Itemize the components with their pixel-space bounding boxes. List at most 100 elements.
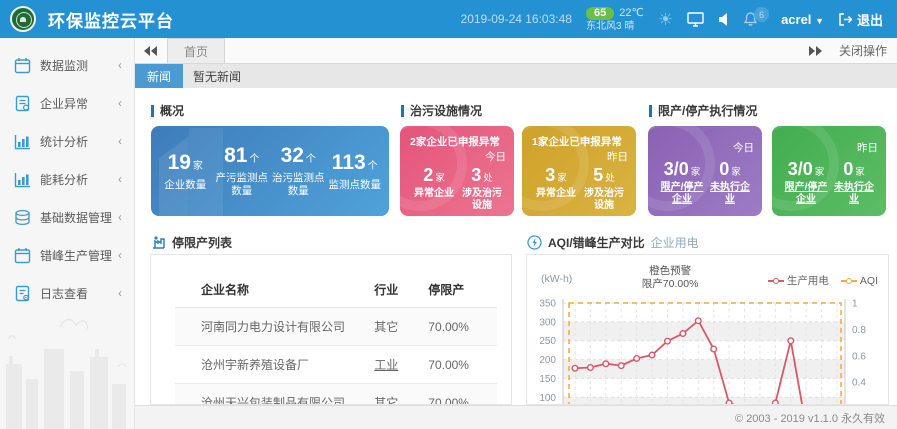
app-logo-icon xyxy=(10,6,36,32)
chart-legend: 生产用电 AQI xyxy=(768,273,878,288)
stat-involved-facilities: 5处 涉及治污设施 xyxy=(580,165,628,212)
chart-subtitle: 企业用电 xyxy=(651,234,699,251)
svg-text:0.4: 0.4 xyxy=(852,378,866,389)
database-icon xyxy=(14,209,31,226)
factory-icon xyxy=(151,235,166,250)
sidebar-item-statistics[interactable]: 统计分析‹ xyxy=(0,122,134,160)
stat-restricted-enterprises: 3/0家 限产/停产企业 xyxy=(658,159,706,206)
treatment-yesterday-card: 1家企业已申报异常 昨日 3家 异常企业 5处 涉及治污设施 xyxy=(522,126,636,216)
scroll-tabs-left-button[interactable] xyxy=(135,46,167,56)
production-yesterday-card: 昨日 3/0家 限产/停产企业 0家 未执行企业 xyxy=(772,126,886,216)
chevron-left-icon: ‹ xyxy=(118,58,122,72)
legend-item-production-power[interactable]: 生产用电 xyxy=(768,273,829,288)
line-chart: 35030025020015010050010.80.60.40.2 xyxy=(527,295,883,405)
logout-button[interactable]: 退出 xyxy=(838,10,883,29)
log-icon xyxy=(14,285,31,302)
treatment-section-title: 治污设施情况 xyxy=(401,102,482,119)
title-accent-bar xyxy=(649,105,652,117)
news-bar: 新闻 暂无新闻 xyxy=(135,64,897,88)
table-row: 河南同力电力设计有限公司 其它 70.00% xyxy=(175,308,497,346)
treatment-today-card: 2家企业已申报异常 今日 2家 异常企业 3处 涉及治污设施 xyxy=(400,126,514,216)
sidebar-item-log-view[interactable]: 日志查看‹ xyxy=(0,274,134,312)
production-today-card: 今日 3/0家 限产/停产企业 0家 未执行企业 xyxy=(648,126,762,216)
line-marker-icon xyxy=(768,278,784,284)
production-section-title: 限产/停产执行情况 xyxy=(649,102,757,119)
chevron-left-icon: ‹ xyxy=(118,248,122,262)
calendar-icon xyxy=(14,57,31,74)
warning-annotation: 橙色预警限产70.00% xyxy=(572,265,768,291)
svg-text:100: 100 xyxy=(539,393,556,404)
wind-label: 东北风3 晴 xyxy=(586,21,644,32)
chevron-left-icon: ‹ xyxy=(118,172,122,186)
table-header-row: 企业名称 行业 停限产 xyxy=(175,273,497,308)
legend-item-aqi[interactable]: AQI xyxy=(841,273,878,288)
app-header: 环保监控云平台 2019-09-24 16:03:48 65 22℃ 东北风3 … xyxy=(0,0,897,38)
chevron-left-icon: ‹ xyxy=(118,134,122,148)
stat-abnormal-enterprises: 3家 异常企业 xyxy=(532,165,580,212)
weather-widget: 65 22℃ 东北风3 晴 xyxy=(586,7,644,32)
stat-pollution-points: 81个 产污监测点数量 xyxy=(214,144,270,198)
double-left-arrow-icon xyxy=(144,46,158,56)
app-title: 环保监控云平台 xyxy=(48,7,174,32)
sun-weather-icon: ☀ xyxy=(658,11,673,28)
stat-nonexecuting-enterprises: 0家 未执行企业 xyxy=(830,159,878,206)
app-root: 环保监控云平台 2019-09-24 16:03:48 65 22℃ 东北风3 … xyxy=(0,0,897,429)
close-operations-menu[interactable]: 关闭操作 xyxy=(831,42,897,59)
chevron-down-icon: ▼ xyxy=(815,16,824,26)
svg-text:0.6: 0.6 xyxy=(852,351,866,362)
aqi-chart-title: AQI/错峰生产对比 企业用电 xyxy=(527,234,699,251)
temperature-label: 22℃ xyxy=(619,8,644,19)
aqi-badge: 65 xyxy=(586,7,614,20)
sidebar-item-data-monitor[interactable]: 数据监测‹ xyxy=(0,46,134,84)
sidebar-item-energy-analysis[interactable]: 能耗分析‹ xyxy=(0,160,134,198)
chevron-left-icon: ‹ xyxy=(118,96,122,110)
svg-text:250: 250 xyxy=(539,336,556,347)
industry-link[interactable]: 工业 xyxy=(374,358,398,372)
stat-treatment-points: 32个 治污监测点数量 xyxy=(270,144,326,198)
news-content: 暂无新闻 xyxy=(193,68,241,85)
footer: © 2003 - 2019 v1.1.0 永久有效 xyxy=(135,405,897,429)
logout-icon xyxy=(838,13,852,26)
scroll-tabs-right-button[interactable] xyxy=(799,46,831,56)
speaker-icon[interactable] xyxy=(718,13,730,26)
lightning-circle-icon xyxy=(527,235,542,250)
notification-count-badge[interactable]: 6 xyxy=(754,7,769,22)
news-tab[interactable]: 新闻 xyxy=(135,64,183,88)
sidebar-item-peak-production[interactable]: 错峰生产管理‹ xyxy=(0,236,134,274)
title-accent-bar xyxy=(401,105,404,117)
stat-abnormal-enterprises: 2家 异常企业 xyxy=(410,165,458,212)
stat-enterprise-count: 19家 企业数量 xyxy=(157,151,213,192)
document-icon xyxy=(14,95,31,112)
table-row: 沧州天兴包装制品有限公司 其它 70.00% xyxy=(175,384,497,406)
header-toolbar: 2019-09-24 16:03:48 65 22℃ 东北风3 晴 ☀ 6 ac… xyxy=(461,7,897,32)
restriction-list-panel: 企业名称 行业 停限产 河南同力电力设计有限公司 其它 70.00% 沧州宇新养… xyxy=(150,254,512,405)
y-axis-unit-label: (kW-h) xyxy=(541,273,572,285)
bar-chart-icon xyxy=(14,171,31,188)
line-marker-icon xyxy=(841,278,857,284)
title-accent-bar xyxy=(151,105,154,117)
main-content: 概况 治污设施情况 限产/停产执行情况 19家 企业数量 81个 产污监测点数量… xyxy=(135,88,897,405)
user-menu[interactable]: acrel ▼ xyxy=(781,12,824,27)
sidebar-item-enterprise-abnormal[interactable]: 企业异常‹ xyxy=(0,84,134,122)
bar-chart-icon xyxy=(14,133,31,150)
tab-home[interactable]: 首页 xyxy=(167,38,225,63)
monitor-icon[interactable] xyxy=(687,12,704,27)
calendar-icon xyxy=(14,247,31,264)
stat-involved-facilities: 3处 涉及治污设施 xyxy=(458,165,506,212)
restriction-table: 企业名称 行业 停限产 河南同力电力设计有限公司 其它 70.00% 沧州宇新养… xyxy=(175,273,497,405)
svg-text:150: 150 xyxy=(539,374,556,385)
bell-icon[interactable]: 6 xyxy=(744,12,757,26)
stat-monitor-points: 113个 监测点数量 xyxy=(327,151,383,192)
copyright-label: © 2003 - 2019 v1.1.0 永久有效 xyxy=(735,410,885,426)
table-row: 沧州宇新养殖设备厂 工业 70.00% xyxy=(175,346,497,384)
svg-text:0.8: 0.8 xyxy=(852,325,866,336)
svg-text:300: 300 xyxy=(539,317,556,328)
svg-text:200: 200 xyxy=(539,355,556,366)
sidebar-item-base-data[interactable]: 基础数据管理‹ xyxy=(0,198,134,236)
overview-stats-card: 19家 企业数量 81个 产污监测点数量 32个 治污监测点数量 113个 监测… xyxy=(151,126,389,216)
sidebar: 数据监测‹ 企业异常‹ 统计分析‹ 能耗分析‹ 基础数据管理‹ 错峰生产管理‹ … xyxy=(0,38,135,429)
stat-nonexecuting-enterprises: 0家 未执行企业 xyxy=(706,159,754,206)
svg-text:1: 1 xyxy=(852,299,858,310)
chevron-left-icon: ‹ xyxy=(118,210,122,224)
tab-bar: 首页 关闭操作 xyxy=(135,38,897,64)
